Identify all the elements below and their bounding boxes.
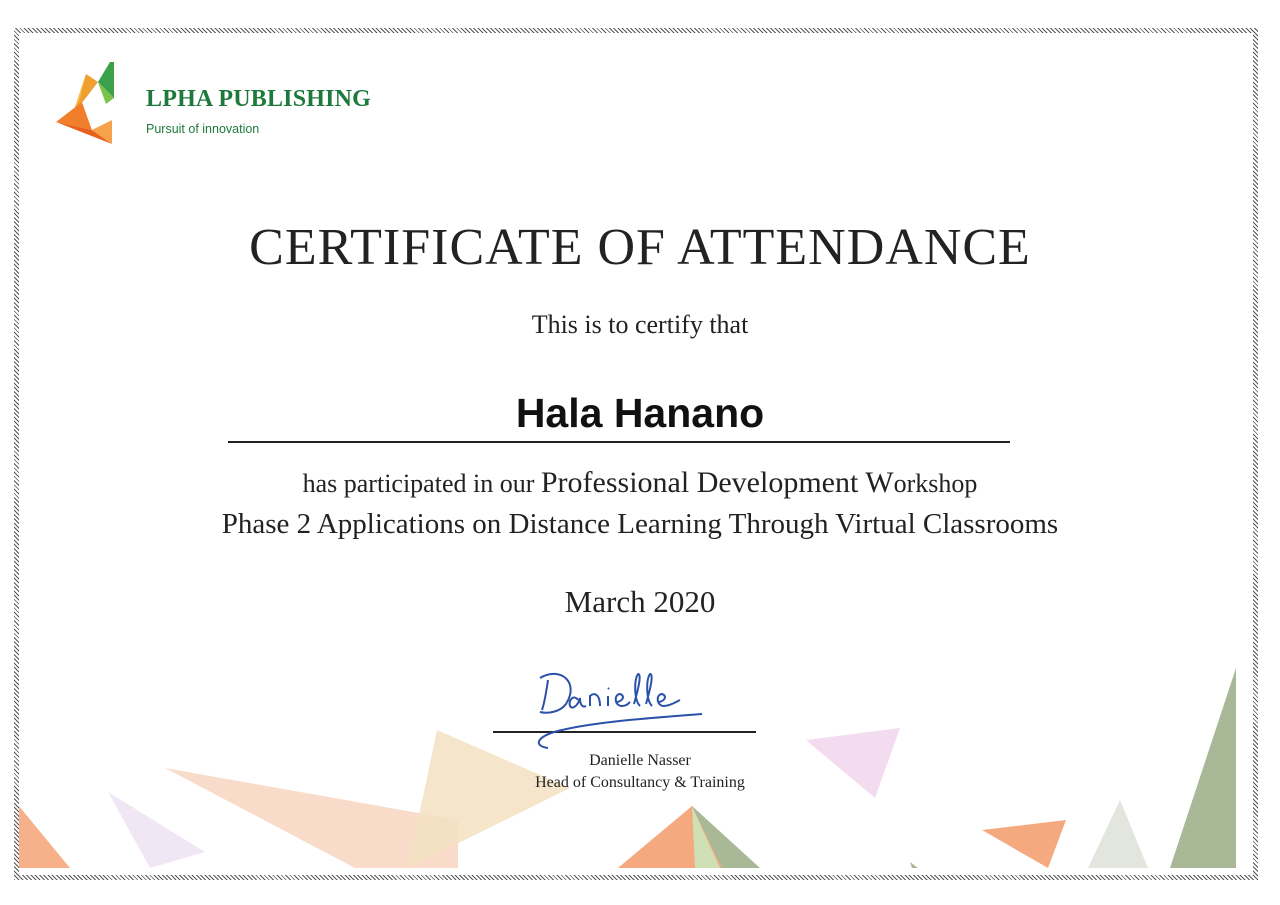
- signatory-role: Head of Consultancy & Training: [535, 774, 745, 791]
- program-name-part2: orkshop: [893, 469, 978, 498]
- brand-name: LPHA PUBLISHING: [146, 86, 372, 112]
- certificate-date: March 2020: [564, 584, 716, 619]
- program-title: Phase 2 Applications on Distance Learnin…: [221, 508, 1059, 540]
- brand-logo-icon: [56, 62, 114, 144]
- recipient-underline: [228, 441, 1010, 443]
- participation-statement: has participated in our Professional Dev…: [0, 466, 1280, 500]
- signatory-name: Danielle Nasser: [589, 752, 691, 769]
- recipient-name: Hala Hanano: [515, 390, 765, 436]
- handwritten-signature: [538, 672, 703, 749]
- certify-intro: This is to certify that: [531, 310, 749, 339]
- program-name-part1: Professional Development W: [540, 466, 894, 499]
- brand-tagline: Pursuit of innovation: [146, 122, 260, 136]
- certificate-page: LPHA PUBLISHING Pursuit of innovation CE…: [0, 0, 1280, 905]
- certificate-title: CERTIFICATE OF ATTENDANCE: [249, 219, 1031, 276]
- participation-prefix: has participated in our: [302, 469, 541, 498]
